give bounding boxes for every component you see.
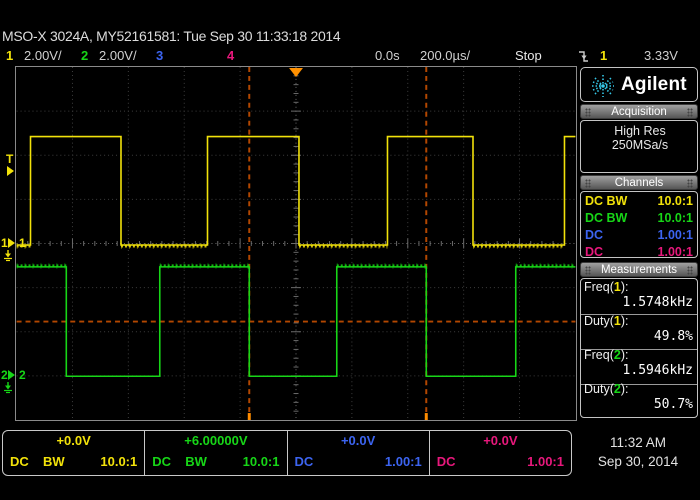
ch1-ground-label: 1 (1, 236, 8, 250)
measurement-label: Duty(1): (584, 314, 628, 328)
channels-section-header[interactable]: Channels (580, 175, 698, 190)
grip-icon (687, 266, 693, 275)
status-ch2-scale[interactable]: 2.00V/ (99, 48, 137, 63)
status-ch1-number[interactable]: 1 (6, 48, 13, 63)
measurement-item: Duty(1): 49.8% (581, 313, 697, 347)
acquisition-header-label: Acquisition (611, 106, 667, 118)
edge-trigger-icon (578, 49, 589, 66)
measurement-value: 1.5748kHz (623, 295, 693, 310)
channel-coupling: DC (585, 228, 603, 242)
acquisition-mode: High Res (581, 124, 699, 138)
bottom-cell-ch4[interactable]: +0.0V DC 1.00:1 (430, 431, 571, 475)
channel-coupling: DC (152, 454, 171, 469)
grip-icon (687, 179, 693, 188)
channel-offset-value: +0.0V (3, 433, 144, 448)
channel-probe-ratio: 1.00:1 (658, 245, 693, 259)
measurement-value: 49.8% (654, 329, 693, 344)
grip-icon (585, 266, 591, 275)
delay-readout[interactable]: 0.0s (375, 48, 400, 63)
channel-probe-ratio: 1.00:1 (385, 454, 422, 469)
ch2-trace-number: 2 (19, 368, 26, 382)
timebase-readout[interactable]: 200.0µs/ (420, 48, 470, 63)
bottom-cell-ch3[interactable]: +0.0V DC 1.00:1 (288, 431, 430, 475)
bandwidth-limit-flag: BW (185, 454, 207, 469)
instrument-title: MSO-X 3024A, MY52161581: Tue Sep 30 11:3… (2, 28, 340, 44)
trigger-level-marker-icon[interactable] (7, 166, 14, 176)
bottom-cell-ch2[interactable]: +6.00000V DC 10.0:1 BW (145, 431, 287, 475)
grip-icon (585, 108, 591, 117)
sample-rate: 250MSa/s (581, 138, 699, 152)
ch2-ground-label: 2 (1, 368, 8, 382)
channel-probe-ratio: 1.00:1 (527, 454, 564, 469)
waveform-svg (16, 67, 576, 420)
channel-row-4[interactable]: DC 1.00:1 (581, 244, 697, 261)
measurement-label: Freq(2): (584, 348, 628, 362)
bandwidth-limit-flag: BW (43, 454, 65, 469)
channel-probe-ratio: 10.0:1 (658, 194, 693, 208)
status-bar: 1 2.00V/2 2.00V/3 4 0.0s 200.0µs/ Stop 1 3.… (0, 47, 700, 66)
channel-coupling: DC (585, 245, 603, 259)
ch2-ground-marker-icon[interactable] (8, 370, 15, 380)
status-ch4-number[interactable]: 4 (227, 48, 234, 63)
channel-probe-ratio: 10.0:1 (100, 454, 137, 469)
channel-coupling: DC (295, 454, 314, 469)
channel-coupling: DC BW (585, 194, 627, 208)
channels-panel: DC BW 10.0:1 DC BW 10.0:1 DC 1.00:1 DC 1.00:1 (580, 191, 698, 258)
channel-coupling: DC BW (585, 211, 627, 225)
acquisition-panel: High Res 250MSa/s (580, 120, 698, 173)
trigger-level-label: T (6, 152, 13, 166)
channel-probe-ratio: 1.00:1 (658, 228, 693, 242)
channel-coupling: DC (437, 454, 456, 469)
channel-row-1[interactable]: DC BW 10.0:1 (581, 193, 697, 210)
measurements-panel: Freq(1):1.5748kHzDuty(1):49.8%Freq(2):1.… (580, 278, 698, 418)
channel-offset-value: +0.0V (288, 433, 429, 448)
brand-box: Agilent (580, 67, 698, 102)
ch2-earth-icon (2, 381, 14, 399)
measurement-item: Duty(2): 50.7% (581, 381, 697, 415)
measurement-value: 1.5946kHz (623, 363, 693, 378)
trigger-level[interactable]: 3.33V (644, 48, 678, 63)
channel-probe-ratio: 10.0:1 (658, 211, 693, 225)
oscilloscope-screen: MSO-X 3024A, MY52161581: Tue Sep 30 11:3… (0, 0, 700, 500)
ch1-earth-icon (2, 249, 14, 267)
measurement-item: Freq(2):1.5946kHz (581, 347, 697, 381)
measurement-label: Duty(2): (584, 382, 628, 396)
channel-probe-ratio: 10.0:1 (243, 454, 280, 469)
trigger-source[interactable]: 1 (600, 48, 607, 63)
status-ch3-number[interactable]: 3 (156, 48, 163, 63)
channel-offset-value: +6.00000V (145, 433, 286, 448)
clock-time: 11:32 AM (582, 433, 694, 452)
channels-header-label: Channels (615, 177, 664, 189)
channel-coupling: DC (10, 454, 29, 469)
channel-offset-value: +0.0V (430, 433, 571, 448)
bottom-cell-ch1[interactable]: +0.0V DC 10.0:1 BW (3, 431, 145, 475)
acquisition-section-header[interactable]: Acquisition (580, 104, 698, 119)
channel-settings-bar: +0.0V DC 10.0:1 BW +6.00000V DC 10.0:1 BW +0.0V D… (2, 430, 572, 476)
grip-icon (687, 108, 693, 117)
channel-row-3[interactable]: DC 1.00:1 (581, 227, 697, 244)
measurements-header-label: Measurements (601, 264, 677, 276)
status-ch2-number[interactable]: 2 (81, 48, 88, 63)
ch1-trace-number: 1 (19, 236, 26, 250)
grip-icon (585, 179, 591, 188)
run-state[interactable]: Stop (515, 48, 542, 63)
measurements-section-header[interactable]: Measurements (580, 262, 698, 277)
ch1-ground-marker-icon[interactable] (8, 238, 15, 248)
status-ch1-scale[interactable]: 2.00V/ (24, 48, 62, 63)
measurement-value: 50.7% (654, 397, 693, 412)
waveform-display[interactable] (15, 66, 577, 421)
brand-name: Agilent (621, 74, 687, 96)
channel-row-2[interactable]: DC BW 10.0:1 (581, 210, 697, 227)
agilent-logo-icon (590, 73, 616, 104)
measurement-item: Freq(1):1.5748kHz (581, 279, 697, 313)
clock: 11:32 AM Sep 30, 2014 (582, 433, 694, 471)
clock-date: Sep 30, 2014 (582, 452, 694, 471)
measurement-label: Freq(1): (584, 280, 628, 294)
